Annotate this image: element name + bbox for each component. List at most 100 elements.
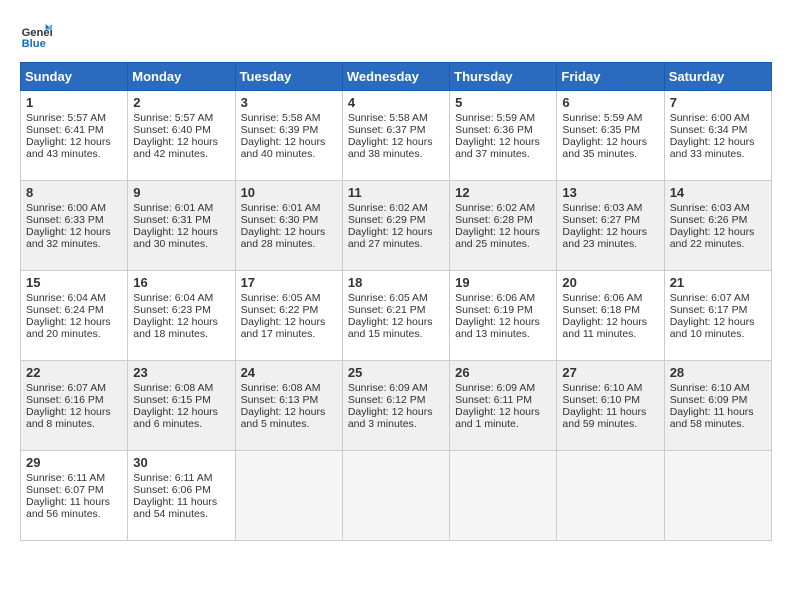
calendar-cell: 26Sunrise: 6:09 AMSunset: 6:11 PMDayligh… [450,361,557,451]
sunrise-text: Sunrise: 6:03 AM [562,202,642,214]
calendar-cell: 19Sunrise: 6:06 AMSunset: 6:19 PMDayligh… [450,271,557,361]
calendar-cell: 13Sunrise: 6:03 AMSunset: 6:27 PMDayligh… [557,181,664,271]
svg-text:Blue: Blue [22,38,46,50]
sunrise-text: Sunrise: 6:03 AM [670,202,750,214]
weekday-header-row: SundayMondayTuesdayWednesdayThursdayFrid… [21,63,772,91]
sunset-text: Sunset: 6:07 PM [26,484,104,496]
sunrise-text: Sunrise: 6:00 AM [26,202,106,214]
calendar-cell: 30Sunrise: 6:11 AMSunset: 6:06 PMDayligh… [128,451,235,541]
daylight-text: Daylight: 12 hours and 11 minutes. [562,316,647,340]
calendar-cell: 20 Sunrise: 6:06 AMSunset: 6:18 PMDayligh… [557,271,664,361]
sunset-text: Sunset: 6:22 PM [241,304,319,316]
sunrise-text: Sunrise: 5:58 AM [348,112,428,124]
sunset-text: Sunset: 6:35 PM [562,124,640,136]
day-number: 11 [348,185,444,200]
day-number: 28 [670,365,766,380]
daylight-text: Daylight: 11 hours and 56 minutes. [26,496,110,520]
daylight-text: Daylight: 11 hours and 58 minutes. [670,406,754,430]
day-number: 1 [26,95,122,110]
calendar-cell [342,451,449,541]
calendar-cell: 7 Sunrise: 6:00 AMSunset: 6:34 PMDaylight… [664,91,771,181]
day-number: 30 [133,455,229,470]
daylight-text: Daylight: 12 hours and 38 minutes. [348,136,433,160]
sunrise-text: Sunrise: 6:05 AM [348,292,428,304]
daylight-text: Daylight: 11 hours and 59 minutes. [562,406,646,430]
daylight-text: Daylight: 12 hours and 5 minutes. [241,406,326,430]
daylight-text: Daylight: 12 hours and 13 minutes. [455,316,540,340]
weekday-header-wednesday: Wednesday [342,63,449,91]
daylight-text: Daylight: 12 hours and 40 minutes. [241,136,326,160]
sunrise-text: Sunrise: 6:02 AM [348,202,428,214]
day-number: 17 [241,275,337,290]
day-number: 7 [670,95,766,110]
sunset-text: Sunset: 6:27 PM [562,214,640,226]
daylight-text: Daylight: 11 hours and 54 minutes. [133,496,217,520]
weekday-header-thursday: Thursday [450,63,557,91]
day-number: 15 [26,275,122,290]
sunrise-text: Sunrise: 6:04 AM [133,292,213,304]
sunrise-text: Sunrise: 5:59 AM [562,112,642,124]
sunset-text: Sunset: 6:09 PM [670,394,748,406]
sunrise-text: Sunrise: 6:01 AM [133,202,213,214]
weekday-header-friday: Friday [557,63,664,91]
day-number: 9 [133,185,229,200]
calendar-cell: 18Sunrise: 6:05 AMSunset: 6:21 PMDayligh… [342,271,449,361]
sunset-text: Sunset: 6:33 PM [26,214,104,226]
sunrise-text: Sunrise: 6:00 AM [670,112,750,124]
sunrise-text: Sunrise: 5:57 AM [133,112,213,124]
calendar-cell: 24Sunrise: 6:08 AMSunset: 6:13 PMDayligh… [235,361,342,451]
calendar-cell: 22Sunrise: 6:07 AMSunset: 6:16 PMDayligh… [21,361,128,451]
sunset-text: Sunset: 6:18 PM [562,304,640,316]
day-number: 6 [562,95,658,110]
sunset-text: Sunset: 6:34 PM [670,124,748,136]
daylight-text: Daylight: 12 hours and 20 minutes. [26,316,111,340]
daylight-text: Daylight: 12 hours and 1 minute. [455,406,540,430]
calendar-cell [450,451,557,541]
sunrise-text: Sunrise: 6:06 AM [562,292,642,304]
calendar-cell: 1Sunrise: 5:57 AMSunset: 6:41 PMDaylight… [21,91,128,181]
calendar-cell: 28Sunrise: 6:10 AMSunset: 6:09 PMDayligh… [664,361,771,451]
sunrise-text: Sunrise: 6:06 AM [455,292,535,304]
sunset-text: Sunset: 6:23 PM [133,304,211,316]
sunrise-text: Sunrise: 5:59 AM [455,112,535,124]
sunset-text: Sunset: 6:15 PM [133,394,211,406]
calendar-cell: 17Sunrise: 6:05 AMSunset: 6:22 PMDayligh… [235,271,342,361]
calendar-week-row: 8 Sunrise: 6:00 AMSunset: 6:33 PMDaylight… [21,181,772,271]
daylight-text: Daylight: 12 hours and 43 minutes. [26,136,111,160]
sunrise-text: Sunrise: 6:02 AM [455,202,535,214]
daylight-text: Daylight: 12 hours and 37 minutes. [455,136,540,160]
daylight-text: Daylight: 12 hours and 3 minutes. [348,406,433,430]
sunset-text: Sunset: 6:16 PM [26,394,104,406]
calendar-cell: 6Sunrise: 5:59 AMSunset: 6:35 PMDaylight… [557,91,664,181]
day-number: 13 [562,185,658,200]
sunrise-text: Sunrise: 6:11 AM [26,472,105,484]
day-number: 29 [26,455,122,470]
logo: General Blue [20,20,52,52]
calendar-cell: 27Sunrise: 6:10 AMSunset: 6:10 PMDayligh… [557,361,664,451]
sunset-text: Sunset: 6:21 PM [348,304,426,316]
calendar-cell: 14Sunrise: 6:03 AMSunset: 6:26 PMDayligh… [664,181,771,271]
sunset-text: Sunset: 6:13 PM [241,394,319,406]
calendar-cell: 5Sunrise: 5:59 AMSunset: 6:36 PMDaylight… [450,91,557,181]
calendar-cell: 8 Sunrise: 6:00 AMSunset: 6:33 PMDaylight… [21,181,128,271]
day-number: 20 [562,275,658,290]
sunset-text: Sunset: 6:41 PM [26,124,104,136]
calendar-week-row: 22Sunrise: 6:07 AMSunset: 6:16 PMDayligh… [21,361,772,451]
day-number: 2 [133,95,229,110]
calendar-week-row: 1Sunrise: 5:57 AMSunset: 6:41 PMDaylight… [21,91,772,181]
day-number: 23 [133,365,229,380]
calendar-cell: 21Sunrise: 6:07 AMSunset: 6:17 PMDayligh… [664,271,771,361]
daylight-text: Daylight: 12 hours and 33 minutes. [670,136,755,160]
weekday-header-sunday: Sunday [21,63,128,91]
sunrise-text: Sunrise: 6:04 AM [26,292,106,304]
day-number: 8 [26,185,122,200]
daylight-text: Daylight: 12 hours and 18 minutes. [133,316,218,340]
day-number: 4 [348,95,444,110]
daylight-text: Daylight: 12 hours and 32 minutes. [26,226,111,250]
day-number: 14 [670,185,766,200]
calendar-cell: 12Sunrise: 6:02 AMSunset: 6:28 PMDayligh… [450,181,557,271]
daylight-text: Daylight: 12 hours and 10 minutes. [670,316,755,340]
sunrise-text: Sunrise: 6:10 AM [562,382,642,394]
sunrise-text: Sunrise: 5:58 AM [241,112,321,124]
calendar-cell: 4Sunrise: 5:58 AMSunset: 6:37 PMDaylight… [342,91,449,181]
